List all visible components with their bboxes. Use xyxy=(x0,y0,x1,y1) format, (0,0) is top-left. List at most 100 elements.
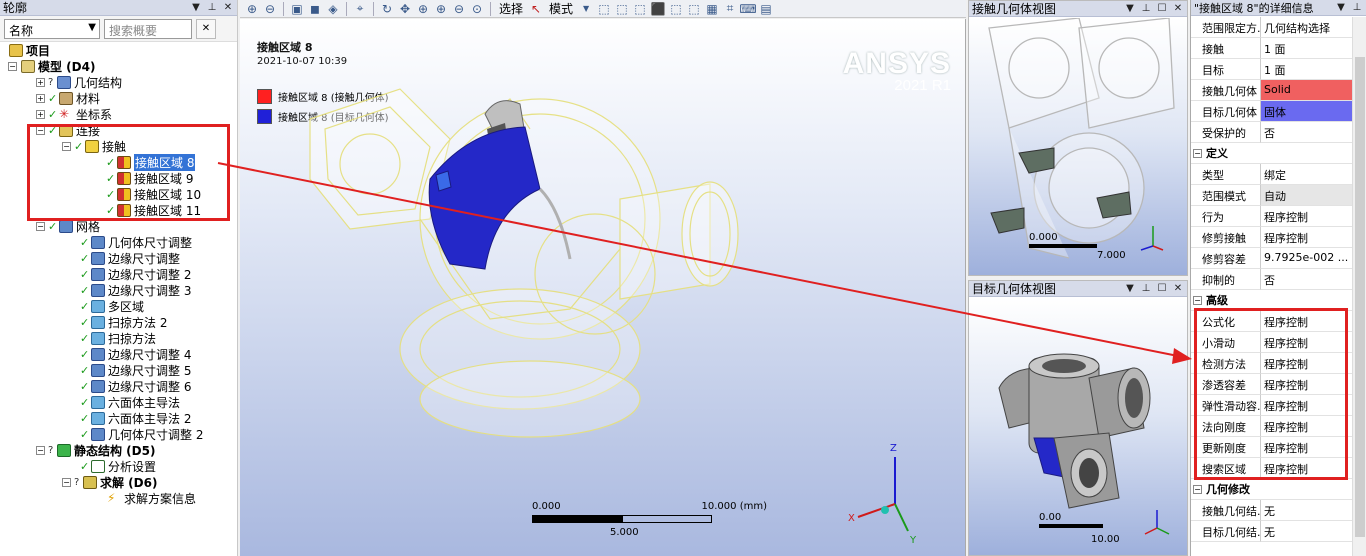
details-row-value[interactable]: 程序控制 xyxy=(1261,206,1353,227)
select-node-icon[interactable]: ⬚ xyxy=(668,1,684,17)
mode-label[interactable]: 模式 xyxy=(546,0,576,17)
details-row[interactable]: 行为 程序控制 xyxy=(1191,206,1353,227)
details-row[interactable]: 目标 1 面 xyxy=(1191,59,1353,80)
label-icon[interactable]: ⌨ xyxy=(739,1,756,17)
close-icon[interactable]: ✕ xyxy=(221,1,235,15)
close-icon[interactable]: ✕ xyxy=(1171,2,1185,16)
details-scrollbar[interactable] xyxy=(1352,17,1366,556)
collapse-icon[interactable]: − xyxy=(36,445,45,455)
collapse-icon[interactable]: − xyxy=(36,221,45,231)
collapse-icon[interactable]: − xyxy=(62,477,71,487)
tree-item[interactable]: −? 求解 (D6) xyxy=(62,474,157,490)
maximize-icon[interactable]: ☐ xyxy=(1155,2,1169,16)
graphics-viewport[interactable]: 接触区域 8 2021-10-07 10:39 接触区域 8 (接触几何体) 接… xyxy=(240,19,966,556)
collapse-icon[interactable]: − xyxy=(8,61,17,71)
zoom-out-icon[interactable]: ⊖ xyxy=(451,1,467,17)
tree-item[interactable]: ✓ 扫掠方法 xyxy=(80,330,156,346)
coordinate-triad[interactable]: Z X Y xyxy=(840,439,930,549)
tree-item[interactable]: ✓ 几何体尺寸调整 2 xyxy=(80,426,203,442)
tree-item[interactable]: 项目 xyxy=(8,42,50,58)
details-row[interactable]: 修剪容差 9.7925e-002 ... xyxy=(1191,248,1353,269)
select-face-icon[interactable]: ⬚ xyxy=(632,1,648,17)
tree-item[interactable]: + ✓ 材料 xyxy=(36,90,100,106)
details-row-value[interactable]: 几何结构选择 xyxy=(1261,17,1353,38)
pin-icon[interactable]: ⊥ xyxy=(1139,2,1153,16)
details-row[interactable]: 范围模式 自动 xyxy=(1191,185,1353,206)
select-mode-icon[interactable]: ↖ xyxy=(528,1,544,17)
details-row[interactable]: 目标几何体 固体 xyxy=(1191,101,1353,122)
close-icon[interactable]: ✕ xyxy=(1171,282,1185,296)
collapse-icon[interactable]: − xyxy=(1193,295,1202,305)
details-row[interactable]: 目标几何结... 无 xyxy=(1191,521,1353,542)
details-row[interactable]: 接触 1 面 xyxy=(1191,38,1353,59)
select-element-icon[interactable]: ⬚ xyxy=(686,1,702,17)
target-view-canvas[interactable]: 0.00 10.00 xyxy=(969,298,1187,555)
details-row-value[interactable]: 自动 xyxy=(1261,185,1353,206)
chevron-down-icon[interactable]: ▼ xyxy=(578,1,594,17)
pin-icon[interactable]: ⊥ xyxy=(205,1,219,15)
rotate-icon[interactable]: ↻ xyxy=(379,1,395,17)
dropdown-icon[interactable]: ▼ xyxy=(189,1,203,15)
expand-icon[interactable]: + xyxy=(36,93,45,103)
dropdown-icon[interactable]: ▼ xyxy=(1334,1,1348,15)
filter-select[interactable]: 名称 ▼ xyxy=(4,18,100,39)
pin-icon[interactable]: ⊥ xyxy=(1350,1,1364,15)
tree-item[interactable]: ✓ 边缘尺寸调整 4 xyxy=(80,346,191,362)
details-row-value[interactable]: 否 xyxy=(1261,269,1353,290)
tree-item[interactable]: ✓ 多区域 xyxy=(80,298,144,314)
details-section-header[interactable]: − 几何修改 xyxy=(1191,479,1353,500)
select-body-icon[interactable]: ⬛ xyxy=(650,1,666,17)
details-row[interactable]: 接触几何结... 无 xyxy=(1191,500,1353,521)
magnify-icon[interactable]: ⊙ xyxy=(469,1,485,17)
tree-item[interactable]: ✓ 边缘尺寸调整 5 xyxy=(80,362,191,378)
zoom-fit-icon[interactable]: ⊕ xyxy=(244,1,260,17)
dropdown-icon[interactable]: ▼ xyxy=(1123,2,1137,16)
tree-item[interactable]: ✓ 六面体主导法 xyxy=(80,394,180,410)
pin-icon[interactable]: ⊥ xyxy=(1139,282,1153,296)
details-section-header[interactable]: − 定义 xyxy=(1191,143,1353,164)
details-row-value[interactable]: 绑定 xyxy=(1261,164,1353,185)
tree-item[interactable]: ✓ 边缘尺寸调整 2 xyxy=(80,266,191,282)
expand-icon[interactable]: + xyxy=(36,77,45,87)
wireframe-icon[interactable]: ◈ xyxy=(325,1,341,17)
zoom-icon[interactable]: ⊕ xyxy=(415,1,431,17)
outline-search-input[interactable]: 搜索概要 xyxy=(104,18,192,39)
details-row[interactable]: 类型 绑定 xyxy=(1191,164,1353,185)
coordinate-icon[interactable]: ⌗ xyxy=(722,1,738,17)
iso-view-icon[interactable]: ▣ xyxy=(289,1,305,17)
tree-item[interactable]: ✓ 扫掠方法 2 xyxy=(80,314,167,330)
tree-item[interactable]: ✓ 边缘尺寸调整 6 xyxy=(80,378,191,394)
zoom-in-icon[interactable]: ⊕ xyxy=(433,1,449,17)
shade-view-icon[interactable]: ◼ xyxy=(307,1,323,17)
clear-search-icon[interactable]: ✕ xyxy=(196,18,216,39)
collapse-icon[interactable]: − xyxy=(1193,484,1202,494)
tree-item[interactable]: ✓ 几何体尺寸调整 xyxy=(80,234,192,250)
tree-item[interactable]: − 模型 (D4) xyxy=(8,58,95,74)
tree-item[interactable]: ⚡ 求解方案信息 xyxy=(106,490,196,506)
details-row-value[interactable]: 否 xyxy=(1261,122,1353,143)
details-row[interactable]: 修剪接触 程序控制 xyxy=(1191,227,1353,248)
tree-item[interactable]: +? 几何结构 xyxy=(36,74,122,90)
select-mesh-icon[interactable]: ▦ xyxy=(704,1,720,17)
details-row-value[interactable]: 程序控制 xyxy=(1261,227,1353,248)
details-row-value[interactable]: 无 xyxy=(1261,500,1353,521)
details-row-value[interactable]: 9.7925e-002 ... xyxy=(1261,248,1353,269)
tree-item[interactable]: ✓ 边缘尺寸调整 xyxy=(80,250,180,266)
expand-icon[interactable]: + xyxy=(36,109,45,119)
look-at-icon[interactable]: ⌖ xyxy=(352,1,368,17)
details-row[interactable]: 受保护的否 xyxy=(1191,122,1353,143)
details-row[interactable]: 范围限定方... 几何结构选择 xyxy=(1191,17,1353,38)
details-row[interactable]: 抑制的否 xyxy=(1191,269,1353,290)
tree-item[interactable]: ✓ 边缘尺寸调整 3 xyxy=(80,282,191,298)
dropdown-icon[interactable]: ▼ xyxy=(1123,282,1137,296)
details-row-value[interactable]: 无 xyxy=(1261,521,1353,542)
zoom-box-icon[interactable]: ⊖ xyxy=(262,1,278,17)
details-row-value[interactable]: Solid xyxy=(1261,80,1353,101)
details-row-value[interactable]: 1 面 xyxy=(1261,59,1353,80)
details-row-value[interactable]: 固体 xyxy=(1261,101,1353,122)
select-label[interactable]: 选择 xyxy=(496,0,526,17)
details-row-value[interactable]: 1 面 xyxy=(1261,38,1353,59)
tree-item[interactable]: ✓ 分析设置 xyxy=(80,458,156,474)
tree-item[interactable]: ✓ 六面体主导法 2 xyxy=(80,410,191,426)
pan-icon[interactable]: ✥ xyxy=(397,1,413,17)
